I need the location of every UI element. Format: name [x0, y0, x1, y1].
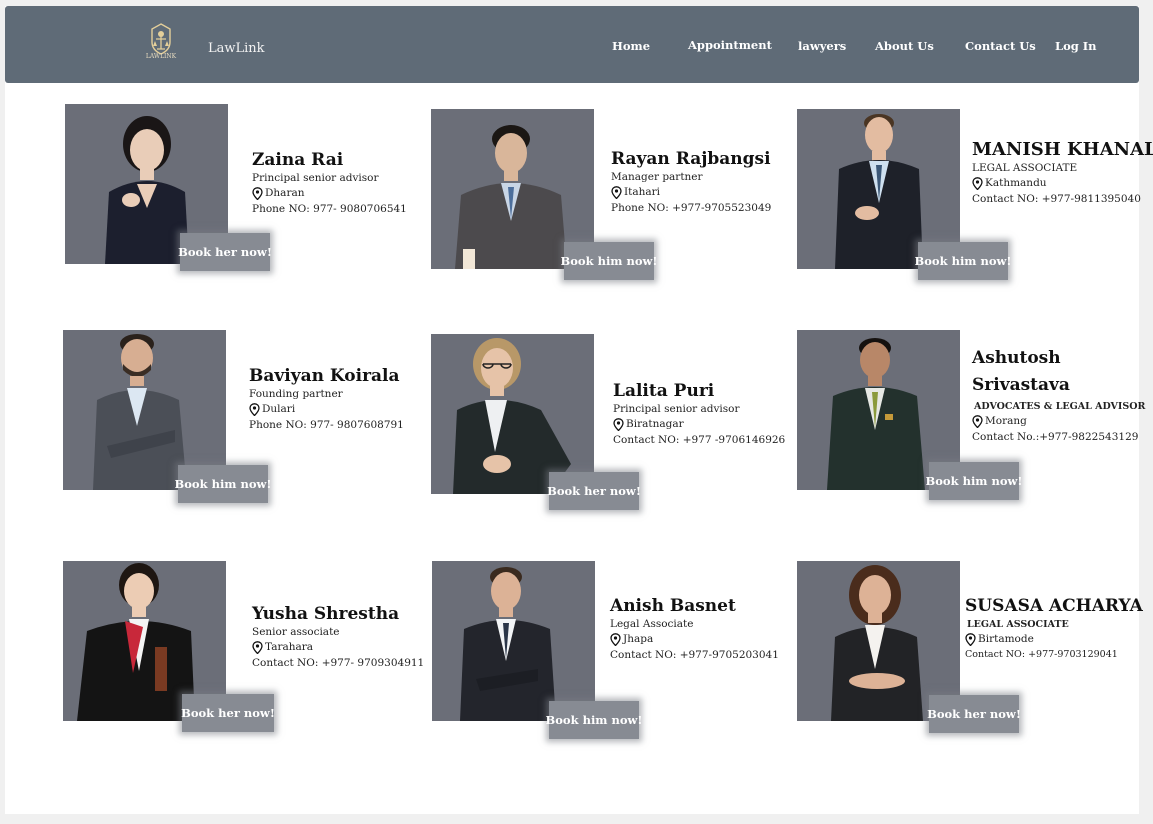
lawyer-location: Kathmandu — [972, 176, 1153, 191]
location-text: Morang — [985, 415, 1027, 427]
lawyer-phone: Contact NO: +977 -9706146926 — [613, 434, 786, 446]
lawyer-role: Founding partner — [249, 388, 343, 400]
nav-about-us[interactable]: About Us — [875, 39, 934, 53]
page: LAWLINK LawLink Home Appointment lawyers… — [5, 6, 1153, 814]
lawyer-phone: Phone NO: 977- 9080706541 — [252, 203, 407, 215]
location-text: Jhapa — [623, 633, 654, 645]
lawyer-role: LEGAL ASSOCIATE — [972, 162, 1078, 174]
location-pin-icon — [252, 187, 263, 200]
lawyer-role: Manager partner — [611, 171, 703, 183]
lawyer-info: Rayan Rajbangsi Manager partner Itahari … — [611, 148, 771, 216]
lawyer-name: Yusha Shrestha — [252, 604, 400, 624]
lawyer-location: Dharan — [252, 186, 407, 201]
lawyer-name-line2: Srivastava — [972, 375, 1070, 395]
lawyer-info: Zaina Rai Principal senior advisor Dhara… — [252, 149, 407, 217]
lawyer-name: Rayan Rajbangsi — [611, 149, 771, 169]
location-pin-icon — [252, 641, 263, 654]
lawyer-info: MANISH KHANAL LEGAL ASSOCIATE Kathmandu … — [972, 139, 1153, 207]
lawyer-name: MANISH KHANAL — [972, 139, 1153, 160]
book-button[interactable]: Book him now! — [926, 462, 1022, 500]
location-pin-icon — [972, 177, 983, 190]
lawyer-info: Baviyan Koirala Founding partner Dulari … — [249, 365, 404, 433]
navbar: LAWLINK LawLink Home Appointment lawyers… — [5, 6, 1139, 83]
location-pin-icon — [611, 186, 622, 199]
lawyer-name: Baviyan Koirala — [249, 366, 400, 386]
location-text: Dulari — [262, 403, 296, 415]
lawyer-location: Itahari — [611, 185, 771, 200]
lawyer-location: Tarahara — [252, 640, 424, 655]
book-button[interactable]: Book her now! — [181, 694, 275, 732]
lawyer-phone: Contact NO: +977-9811395040 — [972, 193, 1141, 205]
lawyer-phone: Phone NO: +977-9705523049 — [611, 202, 772, 214]
lawyer-name: SUSASA ACHARYA — [965, 596, 1143, 616]
lawyer-phone: Contact NO: +977-9705203041 — [610, 649, 779, 661]
location-pin-icon — [972, 415, 983, 428]
book-button[interactable]: Book him now! — [561, 242, 657, 280]
book-button[interactable]: Book her now! — [547, 472, 641, 510]
lawyer-phone: Contact NO: +977-9703129041 — [965, 649, 1118, 660]
lawyer-info: SUSASA ACHARYA LEGAL ASSOCIATE Birtamode… — [965, 595, 1143, 663]
location-text: Biratnagar — [626, 418, 684, 430]
book-button[interactable]: Book him now! — [915, 242, 1011, 280]
location-pin-icon — [610, 633, 621, 646]
book-button[interactable]: Book her now! — [927, 695, 1021, 733]
lawyer-phone: Contact NO: +977- 9709304911 — [252, 657, 425, 669]
location-text: Itahari — [624, 186, 661, 198]
nav-lawyers[interactable]: lawyers — [798, 39, 846, 53]
nav-home[interactable]: Home — [612, 39, 650, 53]
lawyer-location: Dulari — [249, 402, 404, 417]
lawyer-info: Lalita Puri Principal senior advisor Bir… — [613, 380, 785, 448]
location-pin-icon — [965, 633, 976, 646]
lawyer-role: Principal senior advisor — [613, 403, 740, 415]
book-button[interactable]: Book him now! — [175, 465, 271, 503]
nav-contact-us[interactable]: Contact Us — [965, 39, 1036, 53]
lawyer-info: Anish Basnet Legal Associate Jhapa Conta… — [610, 595, 779, 663]
location-text: Kathmandu — [985, 177, 1047, 189]
lawyer-location: Birtamode — [965, 632, 1143, 647]
lawyer-phone: Contact No.:+977-9822543129 — [972, 431, 1139, 443]
lawyer-role: Legal Associate — [610, 618, 694, 630]
book-button[interactable]: Book her now! — [178, 233, 272, 271]
logo-caption: LAWLINK — [145, 53, 177, 60]
lawyer-phone: Phone NO: 977- 9807608791 — [249, 419, 404, 431]
location-text: Birtamode — [978, 633, 1034, 645]
location-pin-icon — [249, 403, 260, 416]
lawyer-role: Senior associate — [252, 626, 340, 638]
lawyer-name: Zaina Rai — [252, 150, 344, 170]
lawyer-role: Principal senior advisor — [252, 172, 379, 184]
lawyer-location: Morang — [972, 414, 1145, 429]
location-text: Dharan — [265, 187, 305, 199]
lawyer-name: Anish Basnet — [610, 596, 736, 616]
lawyer-location: Jhapa — [610, 632, 779, 647]
lawyer-role: ADVOCATES & LEGAL ADVISOR — [974, 401, 1146, 412]
lawyer-photo — [431, 334, 594, 494]
location-pin-icon — [613, 418, 624, 431]
lawyer-photo — [432, 561, 595, 721]
location-text: Tarahara — [265, 641, 314, 653]
lawyer-name-line1: Ashutosh — [972, 348, 1061, 368]
brand-name: LawLink — [208, 41, 265, 56]
lawyer-info: Ashutosh Srivastava ADVOCATES & LEGAL AD… — [972, 345, 1145, 445]
nav-log-in[interactable]: Log In — [1055, 39, 1097, 53]
lawyer-role: LEGAL ASSOCIATE — [967, 619, 1069, 630]
lawyer-location: Biratnagar — [613, 417, 785, 432]
lawyer-name: Lalita Puri — [613, 381, 715, 401]
nav-appointment[interactable]: Appointment — [688, 38, 772, 52]
lawyer-info: Yusha Shrestha Senior associate Tarahara… — [252, 603, 424, 671]
book-button[interactable]: Book him now! — [546, 701, 642, 739]
